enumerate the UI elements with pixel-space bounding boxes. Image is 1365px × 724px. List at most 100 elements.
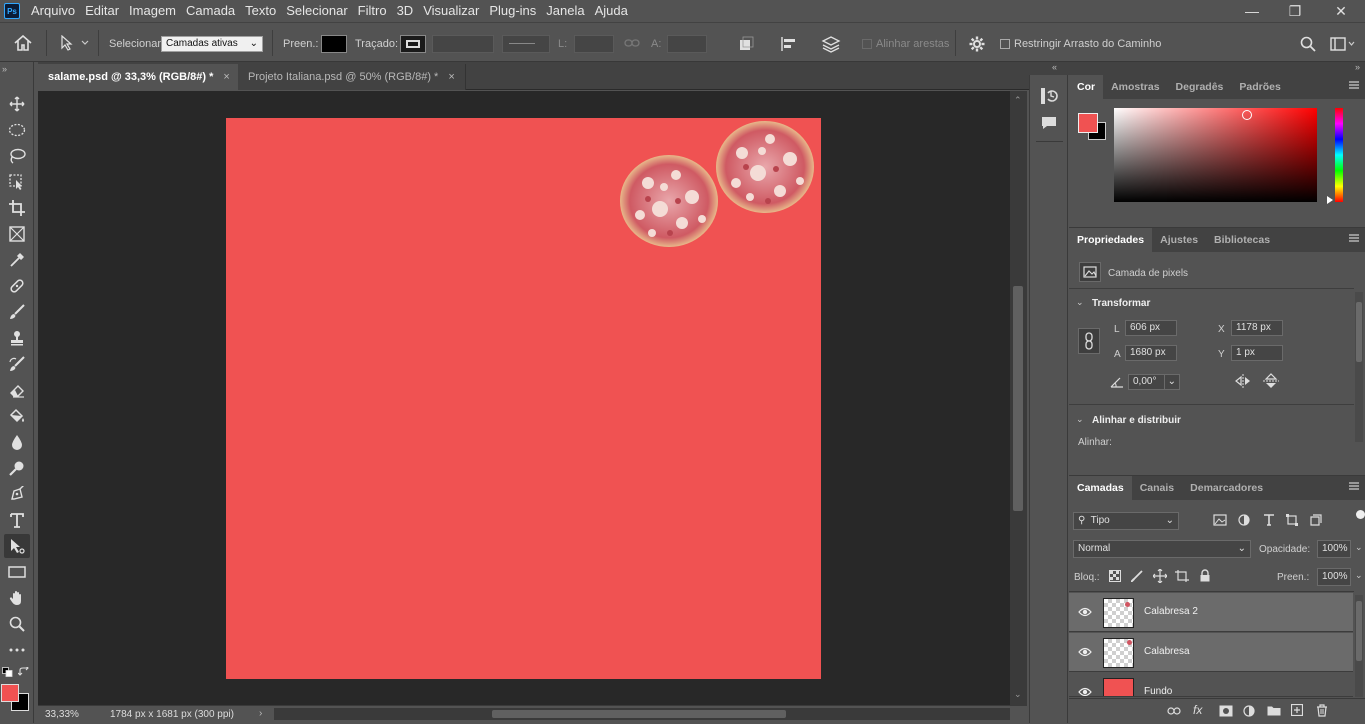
menu-camada[interactable]: Camada	[181, 0, 240, 22]
layer-effects-icon[interactable]: fx	[1193, 703, 1202, 717]
blur-tool-icon[interactable]	[4, 430, 30, 454]
constrain-path-checkbox[interactable]	[1000, 39, 1010, 49]
path-selection-tool-icon[interactable]	[60, 35, 90, 51]
zoom-tool-icon[interactable]	[4, 612, 30, 636]
tab-propriedades[interactable]: Propriedades	[1069, 228, 1153, 252]
type-tool-icon[interactable]	[4, 508, 30, 532]
layer-filter-dropdown[interactable]: ⚲ Tipo ⌄	[1073, 512, 1179, 530]
new-group-icon[interactable]	[1267, 705, 1281, 716]
close-tab-icon[interactable]: ×	[448, 71, 454, 83]
scrollbar-thumb[interactable]	[1356, 302, 1362, 362]
pen-tool-icon[interactable]	[4, 482, 30, 506]
hue-slider-handle[interactable]	[1327, 196, 1333, 204]
search-icon[interactable]	[1300, 36, 1316, 52]
x-field[interactable]: 1178 px	[1231, 320, 1283, 336]
default-colors-icon[interactable]	[2, 667, 14, 677]
crop-tool-icon[interactable]	[4, 196, 30, 220]
new-layer-icon[interactable]	[1291, 704, 1303, 716]
vertical-scrollbar[interactable]: ⌃ ⌄	[1010, 91, 1027, 705]
tab-camadas[interactable]: Camadas	[1069, 476, 1132, 500]
clone-stamp-tool-icon[interactable]	[4, 326, 30, 350]
link-icon[interactable]	[1078, 328, 1100, 354]
more-tools-icon[interactable]	[4, 638, 30, 662]
move-tool-icon[interactable]	[4, 92, 30, 116]
layer-row-calabresa[interactable]: Calabresa	[1069, 633, 1353, 672]
foreground-color-swatch[interactable]	[1, 684, 19, 702]
path-alignment-icon[interactable]	[781, 36, 797, 52]
scrollbar-thumb[interactable]	[1013, 286, 1023, 511]
paint-bucket-tool-icon[interactable]	[4, 404, 30, 428]
tab-padroes[interactable]: Padrões	[1231, 75, 1288, 99]
layer-name[interactable]: Calabresa	[1144, 646, 1190, 657]
layer-name[interactable]: Fundo	[1144, 686, 1172, 696]
minimize-button[interactable]: —	[1229, 0, 1275, 22]
tab-ajustes[interactable]: Ajustes	[1152, 228, 1206, 252]
menu-plugins[interactable]: Plug-ins	[484, 0, 541, 22]
layer-row-fundo[interactable]: Fundo	[1069, 673, 1353, 697]
workspace-icon[interactable]	[1330, 36, 1356, 52]
visibility-eye-icon[interactable]	[1078, 607, 1092, 617]
flip-horizontal-icon[interactable]	[1234, 374, 1252, 388]
visibility-eye-icon[interactable]	[1078, 687, 1092, 696]
select-mode-dropdown[interactable]: Camadas ativas ⌄	[161, 36, 263, 52]
brush-tool-icon[interactable]	[4, 300, 30, 324]
tab-demarcadores[interactable]: Demarcadores	[1182, 476, 1271, 500]
chevron-down-icon[interactable]: ⌄	[1355, 570, 1363, 581]
stroke-swatch[interactable]	[400, 35, 426, 53]
menu-ajuda[interactable]: Ajuda	[590, 0, 633, 22]
stroke-type-dropdown[interactable]	[502, 35, 550, 53]
frame-tool-icon[interactable]	[4, 222, 30, 246]
opacity-field[interactable]: 100%	[1317, 540, 1351, 558]
menu-editar[interactable]: Editar	[80, 0, 124, 22]
lock-pixels-icon[interactable]	[1131, 570, 1143, 582]
scrollbar-thumb[interactable]	[1356, 601, 1362, 661]
menu-visualizar[interactable]: Visualizar	[418, 0, 484, 22]
document-canvas[interactable]	[226, 118, 821, 679]
scrollbar-thumb[interactable]	[492, 710, 786, 718]
path-arrangement-icon[interactable]	[821, 35, 841, 53]
maximize-button[interactable]: ❐	[1272, 0, 1318, 22]
color-picker-handle[interactable]	[1242, 110, 1252, 120]
filter-type-icon[interactable]	[1263, 514, 1275, 526]
menu-imagem[interactable]: Imagem	[124, 0, 181, 22]
home-icon[interactable]	[14, 35, 32, 51]
tab-projeto-italiana[interactable]: Projeto Italiana.psd @ 50% (RGB/8#) * ×	[238, 64, 466, 90]
filter-pixel-icon[interactable]	[1213, 514, 1227, 526]
collapse-toolbar-icon[interactable]: »	[2, 64, 7, 74]
tab-degrades[interactable]: Degradês	[1168, 75, 1232, 99]
filter-shape-icon[interactable]	[1286, 514, 1298, 526]
filter-toggle[interactable]	[1356, 510, 1365, 519]
flip-vertical-icon[interactable]	[1263, 373, 1279, 389]
chevron-down-icon[interactable]: ⌄	[1355, 542, 1363, 553]
lock-transparency-icon[interactable]	[1109, 570, 1121, 582]
blend-mode-dropdown[interactable]: Normal ⌄	[1073, 540, 1251, 558]
hue-slider[interactable]	[1335, 108, 1343, 202]
path-selection-tool-icon[interactable]	[4, 534, 30, 558]
filter-adjustment-icon[interactable]	[1238, 514, 1250, 526]
panel-menu-icon[interactable]	[1349, 81, 1359, 91]
width-field[interactable]	[574, 35, 614, 53]
tab-salame[interactable]: salame.psd @ 33,3% (RGB/8#) * ×	[38, 64, 240, 90]
lasso-tool-icon[interactable]	[4, 144, 30, 168]
foreground-color-swatch[interactable]	[1078, 113, 1098, 133]
zoom-level[interactable]: 33,33%	[45, 709, 79, 720]
align-section-title[interactable]: Alinhar e distribuir	[1092, 415, 1181, 426]
status-menu-arrow[interactable]: ›	[259, 708, 262, 719]
chevron-down-icon[interactable]: ⌄	[1076, 297, 1084, 308]
dodge-tool-icon[interactable]	[4, 456, 30, 480]
healing-brush-tool-icon[interactable]	[4, 274, 30, 298]
menu-arquivo[interactable]: Arquivo	[26, 0, 80, 22]
color-saturation-field[interactable]	[1114, 108, 1317, 202]
swap-colors-icon[interactable]	[18, 667, 30, 677]
properties-scrollbar[interactable]	[1355, 292, 1363, 442]
fill-swatch[interactable]	[321, 35, 347, 53]
panel-menu-icon[interactable]	[1349, 482, 1359, 492]
height-field[interactable]: 1680 px	[1125, 345, 1177, 361]
hand-tool-icon[interactable]	[4, 586, 30, 610]
elliptical-marquee-tool-icon[interactable]	[4, 118, 30, 142]
transform-section-title[interactable]: Transformar	[1092, 298, 1150, 309]
width-field[interactable]: 606 px	[1125, 320, 1177, 336]
path-operations-icon[interactable]	[738, 36, 754, 52]
align-edges-checkbox[interactable]	[862, 39, 872, 49]
gear-icon[interactable]	[969, 36, 985, 52]
